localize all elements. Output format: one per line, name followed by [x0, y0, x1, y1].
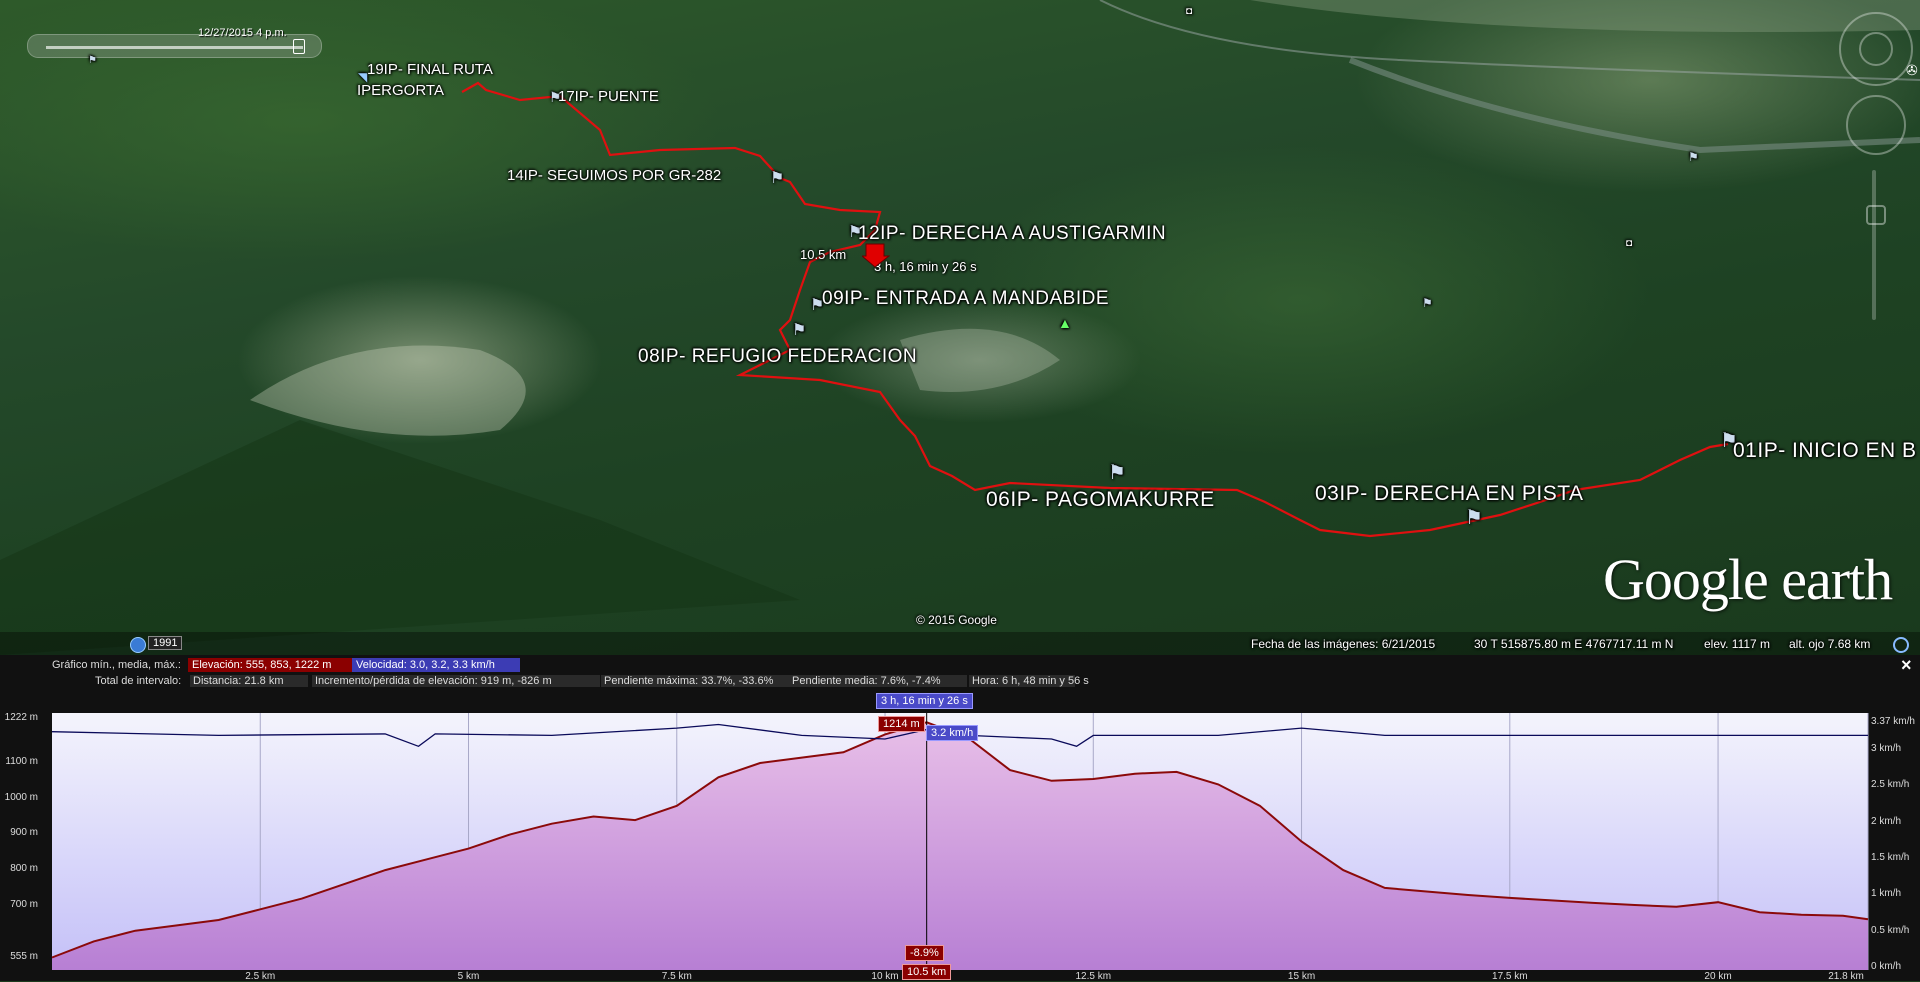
cursor-speed-box: 3.2 km/h: [926, 725, 979, 741]
y-axis-left-label: 555 m: [10, 950, 38, 962]
x-axis-label: 2.5 km: [245, 971, 276, 982]
y-axis-left-label: 800 m: [10, 863, 38, 875]
waypoint-label-06[interactable]: 06IP- PAGOMAKURRE: [986, 488, 1215, 512]
y-axis-left-label: 900 m: [10, 827, 38, 839]
cursor-elevation-box: 1214 m: [878, 716, 925, 732]
y-axis-right-label: 2.5 km/h: [1871, 779, 1910, 791]
map-status-bar: 1991 Fecha de las imágenes: 6/21/2015 30…: [0, 632, 1920, 655]
time-slider-label: 12/27/2015 4 p.m.: [198, 27, 287, 39]
y-axis-right-label: 0.5 km/h: [1871, 924, 1910, 936]
waypoint-label-03[interactable]: 03IP- DERECHA EN PISTA: [1315, 482, 1584, 506]
cursor-distance-box: 10.5 km: [902, 964, 952, 980]
zoom-slider[interactable]: [1872, 170, 1876, 320]
x-axis-label: 20 km: [1704, 971, 1732, 982]
flag-icon[interactable]: ⚑: [792, 320, 806, 340]
coordinates: 30 T 515875.80 m E 4767717.11 m N: [1474, 637, 1674, 651]
y-axis-right-label: 2 km/h: [1871, 815, 1902, 827]
flag-icon[interactable]: ⚑: [1108, 460, 1126, 485]
y-axis-right-label: 3 km/h: [1871, 742, 1902, 754]
placemark-icon[interactable]: ⚑: [88, 55, 97, 66]
x-axis-label: 15 km: [1287, 971, 1316, 982]
time-slider-track[interactable]: [46, 46, 303, 49]
y-axis-right-label: 3.37 km/h: [1871, 716, 1915, 727]
waypoint-label-17[interactable]: 17IP- PUENTE: [558, 88, 659, 105]
map-view[interactable]: 12/27/2015 4 p.m. ◥ 19IP- FINAL RUTA IPE…: [0, 0, 1920, 655]
google-earth-logo: Google earth: [1603, 547, 1893, 612]
waypoint-label-14[interactable]: 14IP- SEGUIMOS POR GR-282: [507, 167, 721, 184]
y-axis-right-label: 0 km/h: [1871, 961, 1902, 972]
x-axis-label: 10 km: [871, 971, 899, 982]
tree-icon[interactable]: ▲: [1058, 315, 1072, 331]
eye-altitude: alt. ojo 7.68 km: [1789, 637, 1871, 651]
elevation-profile-panel: Gráfico mín., media, máx.: Elevación: 55…: [0, 655, 1920, 982]
zoom-slider-handle[interactable]: [1866, 205, 1886, 225]
waypoint-label-09[interactable]: 09IP- ENTRADA A MANDABIDE: [822, 288, 1109, 310]
navigation-controls[interactable]: ✇: [1836, 10, 1918, 340]
look-joystick[interactable]: [1859, 32, 1893, 66]
position-arrow-icon: [862, 243, 890, 268]
x-axis-label: 12.5 km: [1075, 971, 1112, 982]
placemark-icon[interactable]: ⚑: [1688, 150, 1699, 164]
imagery-date: Fecha de las imágenes: 6/21/2015: [1251, 637, 1436, 651]
time-slider-handle[interactable]: [293, 39, 305, 54]
north-icon[interactable]: ✇: [1906, 62, 1918, 79]
cursor-time-box: 3 h, 16 min y 26 s: [876, 693, 973, 709]
historical-imagery-icon[interactable]: [130, 637, 146, 653]
historical-imagery-year[interactable]: 1991: [148, 636, 183, 650]
placemark-icon[interactable]: ◘: [1626, 238, 1632, 249]
x-axis-label: 7.5 km: [661, 971, 692, 982]
streaming-icon: [1893, 637, 1909, 653]
x-axis-label: 17.5 km: [1492, 971, 1528, 982]
y-axis-left-label: 1222 m: [4, 712, 38, 724]
waypoint-label-12[interactable]: 12IP- DERECHA A AUSTIGARMIN: [858, 223, 1166, 245]
placemark-icon[interactable]: ⚑: [1422, 296, 1433, 310]
placemark-icon[interactable]: ◘: [1186, 6, 1192, 17]
y-axis-left-label: 700 m: [10, 898, 38, 910]
flag-icon[interactable]: ⚑: [1465, 505, 1483, 530]
y-axis-right-label: 1 km/h: [1871, 888, 1902, 900]
x-axis-label: 21.8 km: [1828, 971, 1864, 982]
elevation-readout: elev. 1117 m: [1704, 637, 1771, 651]
waypoint-label-19-b[interactable]: IPERGORTA: [357, 82, 444, 99]
move-joystick[interactable]: [1846, 95, 1906, 155]
waypoint-label-08[interactable]: 08IP- REFUGIO FEDERACION: [638, 346, 917, 368]
waypoint-label-01[interactable]: 01IP- INICIO EN B: [1733, 439, 1917, 463]
x-axis-label: 5 km: [457, 971, 480, 982]
copyright-notice: © 2015 Google: [916, 613, 997, 627]
waypoint-label-19[interactable]: 19IP- FINAL RUTA: [367, 61, 493, 78]
cursor-distance-label: 10.5 km: [800, 247, 847, 262]
cursor-slope-box: -8.9%: [905, 945, 944, 961]
flag-icon[interactable]: ⚑: [770, 168, 784, 188]
y-axis-left-label: 1000 m: [4, 791, 38, 803]
y-axis-left-label: 1100 m: [5, 755, 38, 767]
y-axis-right-label: 1.5 km/h: [1871, 851, 1910, 863]
